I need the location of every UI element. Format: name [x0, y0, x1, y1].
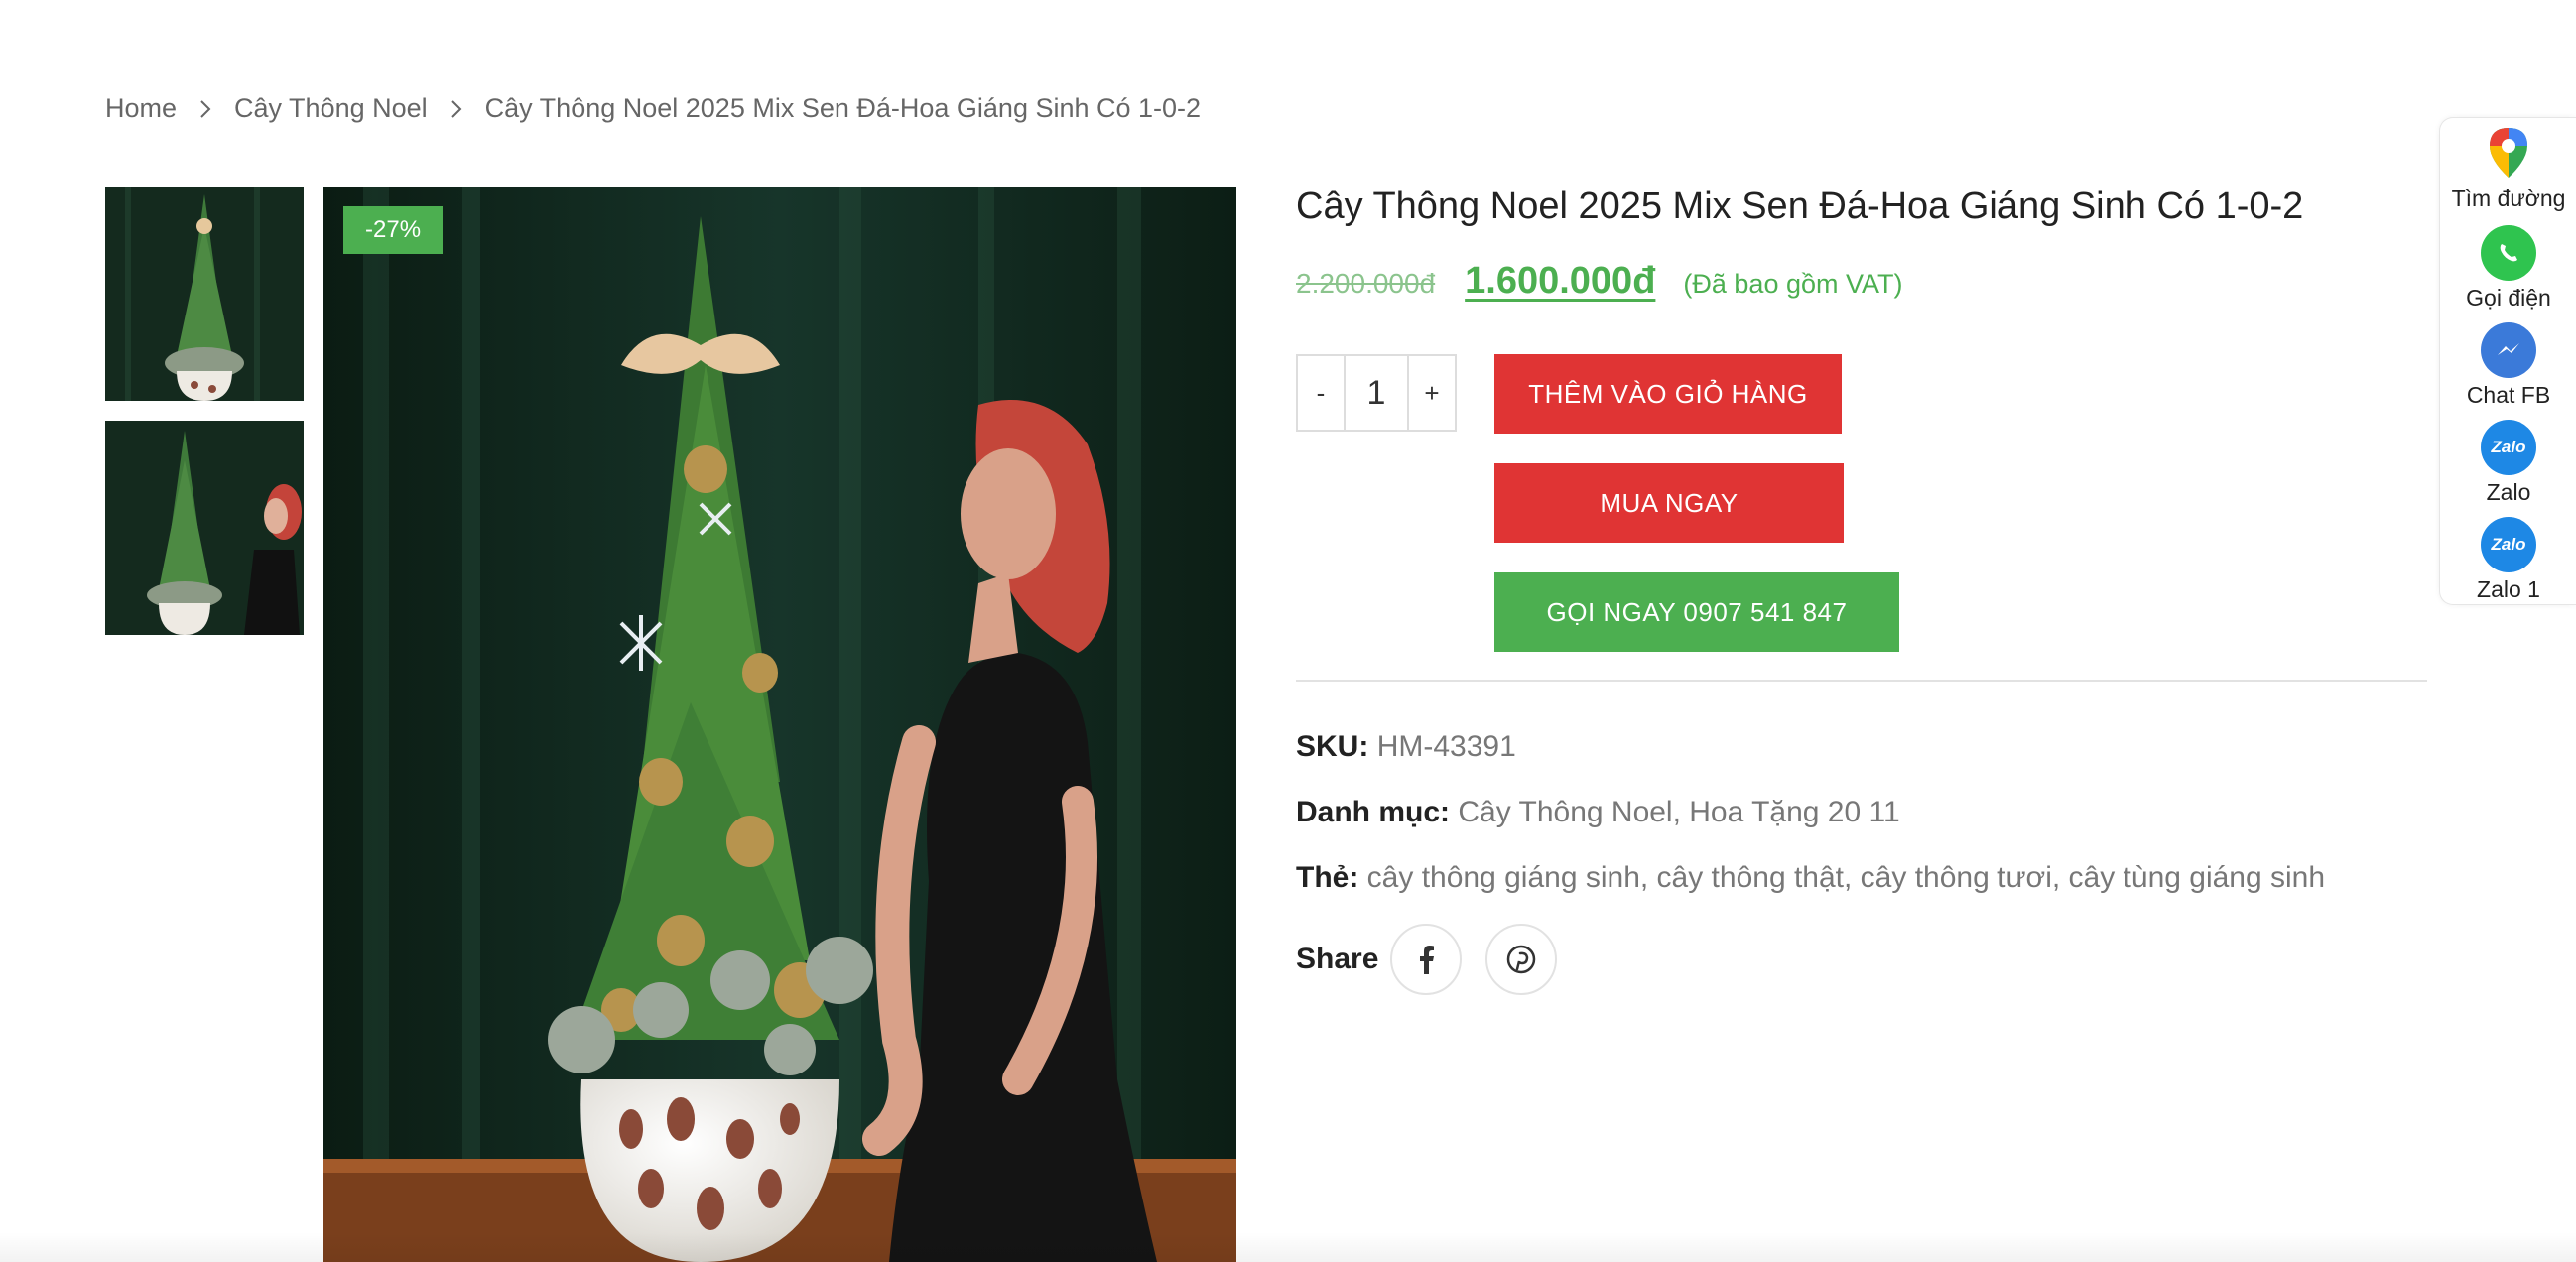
buy-now-button[interactable]: MUA NGAY — [1494, 463, 1844, 543]
contact-zalo-label: Zalo — [2486, 479, 2531, 505]
product-photo — [323, 187, 1236, 1262]
contact-call[interactable]: Gọi điện — [2440, 225, 2576, 312]
call-now-button[interactable]: GỌI NGAY 0907 541 847 — [1494, 572, 1899, 652]
facebook-icon — [1420, 946, 1435, 974]
contact-zalo-1[interactable]: Zalo Zalo 1 — [2440, 517, 2576, 603]
google-maps-icon — [2490, 128, 2527, 178]
tag-links[interactable]: cây thông giáng sinh, cây thông thật, câ… — [1367, 861, 2325, 894]
contact-call-label: Gọi điện — [2466, 285, 2551, 311]
divider — [1296, 680, 2427, 682]
sku-value: HM-43391 — [1376, 730, 1516, 763]
thumbnail-1[interactable] — [105, 187, 304, 401]
product-info: Cây Thông Noel 2025 Mix Sen Đá-Hoa Giáng… — [1296, 181, 2427, 995]
breadcrumb: Home Cây Thông Noel Cây Thông Noel 2025 … — [105, 93, 1201, 124]
pinterest-icon — [1507, 945, 1536, 974]
bottom-shadow — [0, 1232, 2576, 1262]
price-row: 2.200.000đ 1.600.000đ (Đã bao gồm VAT) — [1296, 260, 2427, 303]
tags-label: Thẻ: — [1296, 861, 1359, 894]
contact-directions[interactable]: Tìm đường — [2440, 124, 2576, 212]
thumbnail-list — [105, 187, 304, 655]
sale-badge: -27% — [343, 206, 444, 254]
category-label: Danh mục: — [1296, 796, 1451, 828]
contact-bar: Tìm đường Gọi điện Chat FB Zalo Zalo Zal… — [2439, 117, 2576, 605]
contact-messenger-label: Chat FB — [2466, 382, 2551, 408]
tags-row: Thẻ: cây thông giáng sinh, cây thông thậ… — [1296, 862, 2427, 894]
purchase-actions: - 1 + THÊM VÀO GIỎ HÀNG MUA NGAY GỌI NGA… — [1296, 354, 2427, 652]
category-links[interactable]: Cây Thông Noel, Hoa Tặng 20 11 — [1458, 796, 1899, 828]
chevron-right-icon — [198, 99, 212, 119]
product-meta: SKU: HM-43391 Danh mục: Cây Thông Noel, … — [1296, 731, 2427, 995]
sale-price: 1.600.000đ — [1465, 260, 1656, 302]
breadcrumb-current: Cây Thông Noel 2025 Mix Sen Đá-Hoa Giáng… — [484, 93, 1202, 123]
zalo-badge-text: Zalo — [2491, 535, 2526, 554]
vat-note: (Đã bao gồm VAT) — [1683, 269, 1903, 299]
sku-row: SKU: HM-43391 — [1296, 731, 2427, 763]
add-to-cart-button[interactable]: THÊM VÀO GIỎ HÀNG — [1494, 354, 1842, 434]
breadcrumb-category-link[interactable]: Cây Thông Noel — [234, 93, 428, 124]
zalo-icon: Zalo — [2481, 420, 2536, 475]
quantity-increase-button[interactable]: + — [1407, 354, 1457, 432]
pinterest-share-button[interactable] — [1485, 924, 1558, 995]
contact-directions-label: Tìm đường — [2451, 186, 2566, 211]
contact-messenger[interactable]: Chat FB — [2440, 322, 2576, 409]
messenger-icon — [2481, 322, 2536, 378]
main-product-image[interactable]: -27% — [323, 187, 1236, 1262]
breadcrumb-home-link[interactable]: Home — [105, 93, 177, 124]
facebook-share-button[interactable] — [1390, 924, 1463, 995]
quantity-stepper: - 1 + — [1296, 354, 1457, 432]
product-title: Cây Thông Noel 2025 Mix Sen Đá-Hoa Giáng… — [1296, 186, 2304, 227]
chevron-right-icon — [450, 99, 463, 119]
zalo-badge-text: Zalo — [2491, 438, 2526, 456]
share-label: Share — [1296, 943, 1379, 975]
share-row: Share — [1296, 924, 2427, 995]
whatsapp-icon — [2481, 225, 2536, 281]
contact-zalo-1-label: Zalo 1 — [2477, 576, 2540, 602]
sku-label: SKU: — [1296, 730, 1369, 763]
category-row: Danh mục: Cây Thông Noel, Hoa Tặng 20 11 — [1296, 797, 2427, 828]
old-price: 2.200.000đ — [1296, 268, 1436, 299]
contact-zalo[interactable]: Zalo Zalo — [2440, 420, 2576, 506]
zalo-icon: Zalo — [2481, 517, 2536, 572]
quantity-input[interactable]: 1 — [1346, 354, 1407, 432]
quantity-decrease-button[interactable]: - — [1296, 354, 1346, 432]
thumbnail-2[interactable] — [105, 421, 304, 635]
